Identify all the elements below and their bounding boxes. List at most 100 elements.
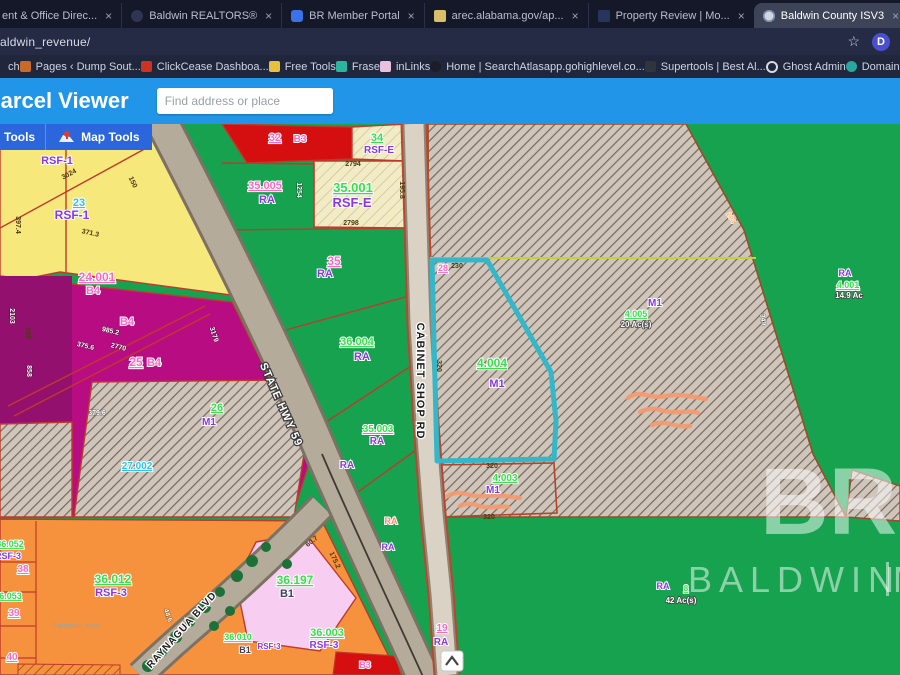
map-label: 35 xyxy=(327,254,341,268)
tab-close-button[interactable]: × xyxy=(263,9,272,23)
browser-tab[interactable]: Property Review | Mo... × xyxy=(588,3,754,28)
map-label: 36.010 xyxy=(224,632,252,642)
map-label: RA xyxy=(839,268,852,278)
browser-tab[interactable]: BR Member Portal × xyxy=(281,3,424,28)
watermark-right: M xyxy=(893,559,900,600)
parcel-b4-dark[interactable] xyxy=(0,276,72,426)
map-label: 35.005 xyxy=(248,180,282,192)
map-label: Common Area xyxy=(52,623,100,630)
tools-button[interactable]: Tools xyxy=(0,130,45,144)
profile-avatar[interactable]: D xyxy=(872,33,890,51)
bookmark-item[interactable]: Frase xyxy=(336,61,380,73)
bookmark-item[interactable]: inLinks xyxy=(380,61,430,73)
map-label: 14.9 Ac xyxy=(835,291,863,300)
bookmark-star-icon[interactable]: ☆ xyxy=(847,33,860,50)
map-label: 25 xyxy=(129,355,143,369)
browser-window: ent & Office Direc... × Baldwin REALTORS® ×… xyxy=(0,0,900,675)
map-label: RA xyxy=(340,460,354,471)
map-label: RSF-1 xyxy=(55,208,90,222)
tab-label: BR Member Portal xyxy=(309,10,399,22)
parcel-orange-hatch-strip[interactable] xyxy=(18,664,120,675)
bookmark-label: Free Tools xyxy=(285,61,336,73)
map-label: RSF-E xyxy=(364,145,394,156)
map-label: 195.8 xyxy=(398,181,405,199)
bookmark-favicon xyxy=(269,61,280,72)
bookmark-label: Domain (modsandt... xyxy=(862,61,900,73)
map-label: B3 xyxy=(294,134,307,145)
map-label: 27.002 xyxy=(122,461,153,472)
map-label: 19 xyxy=(436,623,448,634)
map-label: 2794 xyxy=(345,161,361,168)
map-tools-button[interactable]: Map Tools xyxy=(46,130,151,144)
bookmark-label: ClickCease Dashboa... xyxy=(157,61,269,73)
tab-close-button[interactable]: × xyxy=(736,9,745,23)
bookmark-favicon xyxy=(766,61,778,73)
bookmark-item[interactable]: Domain (modsandt... xyxy=(846,61,900,73)
map-canvas[interactable]: RSF-123RSF-13024150397.4168371.324.001B4… xyxy=(0,124,900,675)
map-label: 36.053 xyxy=(0,591,22,601)
bookmark-label: inLinks xyxy=(396,61,430,73)
parcel-27-hatched[interactable] xyxy=(0,422,72,517)
url-field[interactable]: aldwin_revenue/ xyxy=(0,35,847,49)
map-label: 4.004 xyxy=(477,356,507,370)
map-label: 320 xyxy=(486,463,498,470)
tab-label: Property Review | Mo... xyxy=(616,10,730,22)
map-label: 26 xyxy=(211,402,223,414)
yellow-favicon xyxy=(434,10,446,22)
map-label: 168 xyxy=(24,327,31,339)
map-label: 38 xyxy=(17,564,29,575)
map-label: B4 xyxy=(147,357,162,369)
browser-tab[interactable]: ent & Office Direc... × xyxy=(0,3,121,28)
tab-close-button[interactable]: × xyxy=(103,9,112,23)
browser-tab[interactable]: arec.alabama.gov/ap...× xyxy=(424,3,588,28)
map-label: B4 xyxy=(120,316,135,328)
map-label: 230 xyxy=(451,263,463,270)
bookmark-item[interactable]: Free Tools xyxy=(269,61,336,73)
map-label: M1 xyxy=(489,378,504,390)
bookmark-label: Home | SearchAtlas xyxy=(446,61,544,73)
bookmark-label: Ghost Admin xyxy=(783,61,846,73)
map-label: 34 xyxy=(371,132,384,144)
address-bar: aldwin_revenue/ ☆ D xyxy=(0,28,900,55)
tab-close-button[interactable]: × xyxy=(570,9,579,23)
bookmark-item[interactable]: Pages ‹ Dump Sout... xyxy=(20,61,141,73)
bookmark-item[interactable]: ClickCease Dashboa... xyxy=(141,61,269,73)
map-label: 35.003 xyxy=(363,424,394,435)
search-input[interactable] xyxy=(157,88,328,114)
shield-favicon xyxy=(291,10,303,22)
bookmark-item[interactable]: Ghost Admin xyxy=(766,61,846,73)
map-label: 36.003 xyxy=(310,627,344,639)
map-label: 320 xyxy=(435,360,442,372)
bookmark-favicon xyxy=(645,61,656,72)
parcel-26-m1-hatched[interactable] xyxy=(74,380,304,517)
bookmark-item[interactable]: app.gohighlevel.co... xyxy=(544,61,645,73)
browser-tab[interactable]: Baldwin County ISV3× xyxy=(754,3,900,28)
bookmark-label: app.gohighlevel.co... xyxy=(544,61,645,73)
bookmark-item[interactable]: ch xyxy=(8,61,20,73)
map-label: 397.4 xyxy=(14,216,21,234)
map-label: 20 Ac(s) xyxy=(621,320,652,329)
map-label: 4.003 xyxy=(492,473,517,484)
parcel-map[interactable]: Tools Map Tools xyxy=(0,124,900,675)
bookmark-favicon xyxy=(20,61,31,72)
bookmark-label: Pages ‹ Dump Sout... xyxy=(36,61,141,73)
bookmark-item[interactable]: Home | SearchAtlas xyxy=(430,61,544,73)
bookmark-item[interactable]: Supertools | Best Al... xyxy=(645,61,766,73)
map-label: 36.012 xyxy=(95,572,132,586)
bookmark-favicon xyxy=(430,61,441,72)
tab-close-button[interactable]: × xyxy=(890,9,899,23)
bookmark-label: Supertools | Best Al... xyxy=(661,61,766,73)
map-label: RA xyxy=(657,581,670,591)
browser-tab[interactable]: Baldwin REALTORS® × xyxy=(121,3,281,28)
tab-label: Baldwin REALTORS® xyxy=(149,10,257,22)
tab-label: ent & Office Direc... xyxy=(2,10,97,22)
map-label: 40 xyxy=(6,652,18,663)
map-label: RSF-3 xyxy=(257,642,281,651)
expand-control[interactable] xyxy=(441,651,463,671)
map-label: RSF-1 xyxy=(41,155,73,167)
search-button[interactable] xyxy=(328,88,333,114)
map-label: 39 xyxy=(8,608,20,619)
map-label: M1 xyxy=(202,417,216,428)
page-title: Parcel Viewer xyxy=(0,88,129,114)
tab-close-button[interactable]: × xyxy=(406,9,415,23)
